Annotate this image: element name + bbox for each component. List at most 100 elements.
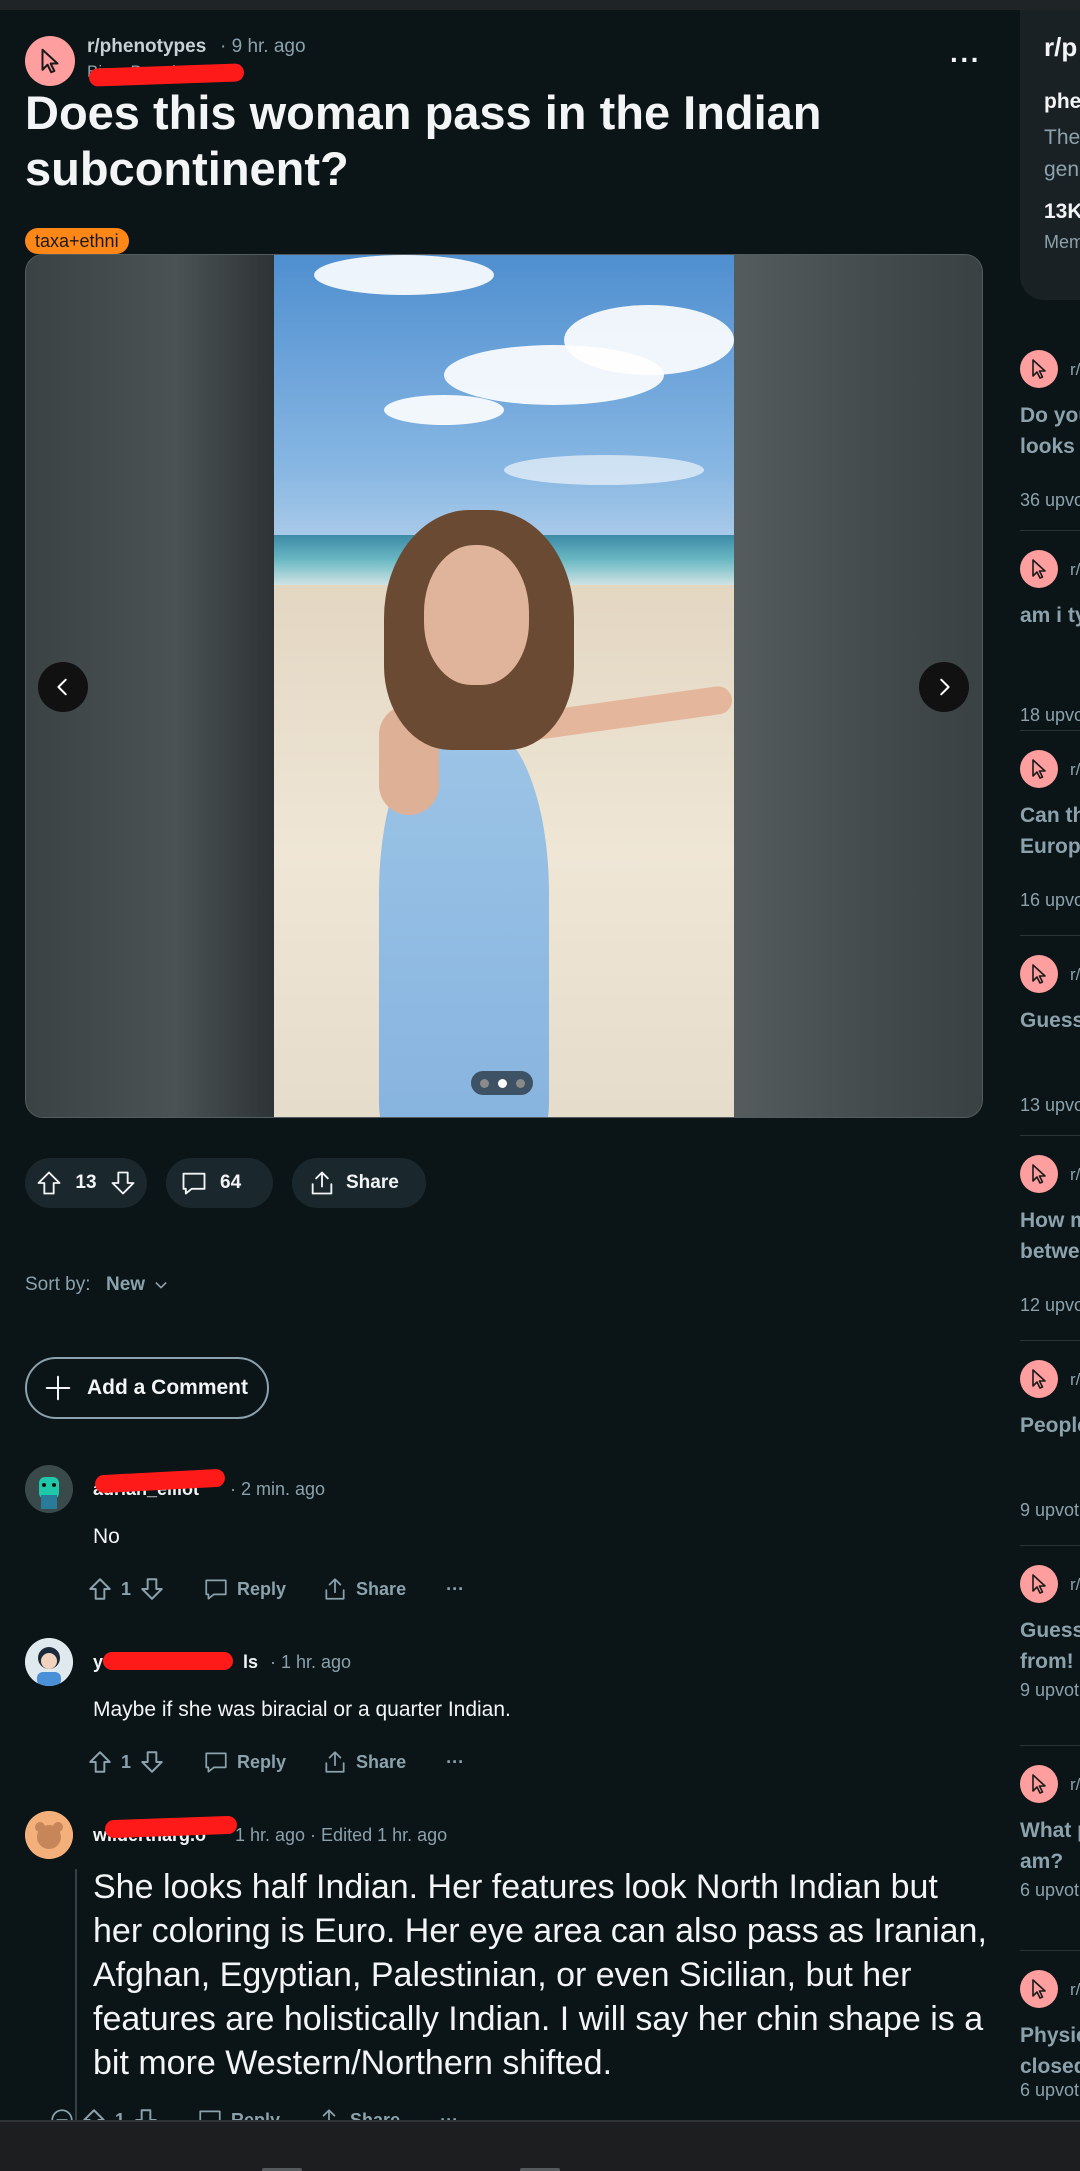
avatar[interactable] [25,1811,73,1859]
related-post-title: Physicclosed [1020,2024,1080,2078]
gallery-prev-button[interactable] [38,662,88,712]
post-comment-count: 64 [220,1172,242,1193]
cursor-arrow-icon [41,48,59,74]
share-label: Share [356,1578,407,1599]
reply-button[interactable]: Reply [203,1749,286,1775]
comment-author[interactable]: y [93,1652,103,1673]
subreddit-avatar[interactable] [1020,1565,1058,1603]
gallery-next-button[interactable] [919,662,969,712]
avatar-image [25,1811,73,1859]
comment-more-button[interactable]: ··· [446,1579,464,1600]
redaction-mark [103,1652,233,1670]
image-gallery[interactable] [25,254,983,1118]
cursor-arrow-icon [1032,359,1046,379]
redaction-mark [94,1468,226,1494]
downvote-icon[interactable] [139,1749,165,1775]
subreddit-avatar[interactable] [1020,350,1058,388]
related-post-title: Guess [1020,1009,1080,1032]
related-post-upvotes: 6 upvot [1020,2080,1080,2100]
comment-vote-count: 1 [115,2109,126,2121]
reply-button[interactable]: Reply [197,2107,280,2120]
community-card[interactable]: r/p phe The gen 13K Mem [1020,10,1080,300]
collapse-icon[interactable] [49,2107,75,2120]
post-flair[interactable]: taxa+ethni [25,228,129,254]
sort-label: Sort by: [25,1274,91,1295]
gallery-photo[interactable] [274,255,734,1117]
comment: wildertharg.o 1 hr. ago · Edited 1 hr. a… [25,1811,1000,2120]
related-post-upvotes: 18 upvo [1020,705,1080,725]
related-post-title: People [1020,1414,1080,1437]
post-author[interactable]: BingoBoards [87,62,245,87]
divider [1020,1950,1080,1951]
divider [1020,1340,1080,1341]
comment: y ls · 1 hr. ago Maybe if she was biraci… [25,1638,1000,1778]
bottom-navigation-bar [0,2120,1080,2171]
reply-button[interactable]: Reply [203,1576,286,1602]
subreddit-avatar[interactable] [1020,750,1058,788]
comment-actions: 1 Reply Share ··· [49,2102,458,2120]
add-comment-button[interactable]: Add a Comment [25,1357,269,1419]
related-post-subreddit: r/ [1070,965,1080,984]
speech-bubble-icon [205,1579,227,1600]
downvote-icon[interactable] [139,1576,165,1602]
reply-label: Reply [231,2109,281,2121]
gallery-dot[interactable] [479,1078,489,1088]
share-label: Share [350,2109,401,2121]
upvote-icon[interactable] [81,2107,107,2120]
reply-label: Reply [237,1751,287,1772]
share-button[interactable]: Share [316,2107,400,2120]
status-bar [0,0,1080,10]
chevron-left-icon [57,678,67,696]
subreddit-avatar[interactable] [25,36,75,86]
comment-more-button[interactable]: ··· [446,1752,464,1773]
avatar-image [25,1465,73,1513]
gallery-dot[interactable] [515,1078,525,1088]
share-button[interactable]: Share [322,1576,406,1602]
post-vote-bar: 13 [25,1158,147,1208]
gallery-dot-active[interactable] [497,1078,507,1088]
downvote-icon[interactable] [133,2107,159,2120]
upvote-icon[interactable] [35,1169,63,1197]
subreddit-avatar[interactable] [1020,1970,1058,2008]
comment-time: · 2 min. ago [230,1479,326,1499]
avatar[interactable] [25,1638,73,1686]
comment-more-button[interactable]: ··· [440,2110,458,2121]
divider [1020,1135,1080,1136]
share-button[interactable]: Share [322,1749,406,1775]
comment-vote-count: 1 [121,1751,132,1772]
subreddit-avatar[interactable] [1020,1360,1058,1398]
downvote-icon[interactable] [109,1169,137,1197]
post-comments-button[interactable]: 64 [166,1158,273,1208]
post-share-button[interactable]: Share [292,1158,426,1208]
related-post-subreddit: r/ [1070,1575,1080,1594]
post-more-button[interactable]: ··· [950,44,981,76]
subreddit-avatar[interactable] [1020,550,1058,588]
upvote-icon[interactable] [87,1749,113,1775]
subreddit-avatar[interactable] [1020,1765,1058,1803]
comment-time: · 1 hr. ago [270,1652,352,1672]
subreddit-avatar[interactable] [1020,955,1058,993]
cursor-arrow-icon [1032,964,1046,984]
related-post-title: am i ty [1020,604,1080,627]
avatar-image [25,1638,73,1686]
chevron-right-icon [940,678,950,696]
sort-dropdown[interactable]: New [106,1274,169,1296]
related-post-subreddit: r/ [1070,1980,1080,1999]
redaction-mark [104,1815,238,1839]
subreddit-name[interactable]: r/phenotypes [87,36,206,58]
related-post-subreddit: r/ [1070,1165,1080,1184]
speech-bubble-icon [182,1172,206,1195]
gallery-page-indicator [471,1071,533,1095]
post-title: Does this woman pass in the Indian subco… [25,86,822,195]
comment-body: Maybe if she was biracial or a quarter I… [93,1698,511,1721]
related-post-upvotes: 6 upvot [1020,1880,1080,1900]
upvote-icon[interactable] [87,1576,113,1602]
related-post-title: How m betwe [1020,1209,1080,1263]
subreddit-avatar[interactable] [1020,1155,1058,1193]
community-members-label: Mem [1044,232,1080,252]
avatar[interactable] [25,1465,73,1513]
cursor-arrow-icon [1032,559,1046,579]
thread-line[interactable] [75,1869,77,2120]
reply-label: Reply [237,1578,287,1599]
related-post-title: Guess from! [1020,1619,1080,1673]
